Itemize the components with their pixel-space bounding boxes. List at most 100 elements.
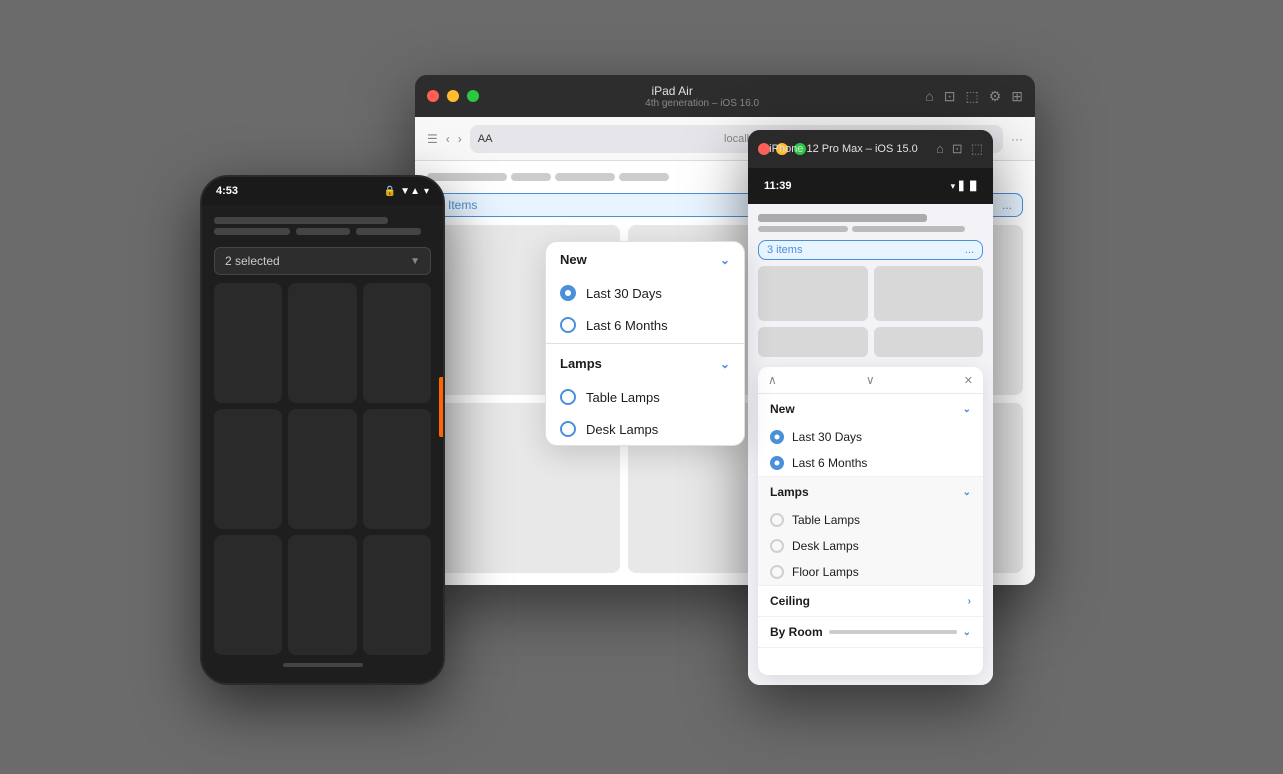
iphone-status-icons: ▾ ▋ ▉ [951,181,977,192]
new-label: New [770,402,795,416]
android-grid-item[interactable] [363,409,431,529]
last-6-months-item[interactable]: Last 6 Months [546,309,744,341]
iphone-titlebar: iPhone 12 Pro Max – iOS 15.0 ⌂ ⊡ ⬚ [748,130,993,168]
ceiling-label: Ceiling [770,594,810,608]
android-grid-item[interactable] [214,409,282,529]
title-bar-2 [214,228,290,235]
iphone-filter-bar[interactable]: 3 items ... [758,240,983,260]
iphone-grid-item[interactable] [758,327,868,357]
iphone-window: iPhone 12 Pro Max – iOS 15.0 ⌂ ⊡ ⬚ 11:39… [748,130,993,685]
ipad-titlebar: iPad Air 4th generation – iOS 16.0 ⌂ ⊡ ⬚… [415,75,1035,117]
byroom-label: By Room [770,625,823,639]
save-icon[interactable]: ⬚ [965,88,978,105]
more-button[interactable]: ··· [1011,132,1023,146]
last-30-days-item[interactable]: Last 30 Days [546,277,744,309]
popup-up-arrow[interactable]: ∧ [768,373,777,387]
iphone-wifi-icon: ▾ [951,181,956,192]
table-lamps-label: Table Lamps [586,390,660,405]
iphone-window-title: iPhone 12 Pro Max – iOS 15.0 [757,143,930,155]
new-section-header[interactable]: New ⌄ [758,394,983,424]
new-section-header[interactable]: New ⌄ [546,242,744,277]
lamps-section-header[interactable]: Lamps ⌄ [546,346,744,381]
desk-lamps-radio[interactable] [560,421,576,437]
iphone-battery-icon: ▉ [970,181,977,192]
new-section-label: New [560,252,587,267]
iphone-last-6-item[interactable]: Last 6 Months [758,450,983,476]
screenshot-icon[interactable]: ⊡ [944,88,956,105]
android-status-icons: 🔒 ▼▲ ▾ [384,186,429,197]
android-grid-item[interactable] [214,535,282,655]
iphone-filter-dots[interactable]: ... [965,244,974,256]
popup-down-arrow[interactable]: ∨ [866,373,875,387]
volume-button[interactable] [439,377,443,437]
android-grid-item[interactable] [363,535,431,655]
title-bar-3 [296,228,350,235]
iphone-save-icon[interactable]: ⬚ [971,141,983,157]
last-30-days-label: Last 30 Days [586,286,662,301]
popup-new-section: New ⌄ Last 30 Days Last 6 Months [758,394,983,477]
iphone-desk-lamps-radio[interactable] [770,539,784,553]
iphone-last-6-radio[interactable] [770,456,784,470]
lamps-chevron-icon: ⌄ [720,357,730,371]
iphone-grid-item[interactable] [758,266,868,321]
lamps-label: Lamps [770,485,809,499]
android-grid-item[interactable] [288,409,356,529]
ceiling-chevron-icon: › [968,596,971,607]
android-grid-item[interactable] [363,283,431,403]
desk-lamps-label: Desk Lamps [586,422,658,437]
iphone-title-bar-1 [758,214,927,222]
popup-close-icon[interactable]: ✕ [964,374,973,387]
lamps-section-header[interactable]: Lamps ⌄ [758,477,983,507]
iphone-main-content: 3 items ... ∧ ∨ ✕ New [748,204,993,685]
aa-label: AA [478,133,493,145]
last-6-months-label: Last 6 Months [586,318,668,333]
android-title-bars [214,217,431,235]
android-home-bar [283,663,363,667]
iphone-last-6-label: Last 6 Months [792,456,867,470]
iphone-photo-icon[interactable]: ⊡ [952,141,963,157]
iphone-notch [831,168,911,192]
iphone-floor-lamps-radio[interactable] [770,565,784,579]
iphone-title-bar-2 [758,226,848,232]
iphone-mini-grid [758,266,983,357]
last-6-months-radio[interactable] [560,317,576,333]
back-button[interactable]: ‹ [446,132,450,146]
ceiling-row[interactable]: Ceiling › [758,586,983,616]
title-bar-4 [356,228,421,235]
android-grid-item[interactable] [214,283,282,403]
iphone-floor-lamps-item[interactable]: Floor Lamps [758,559,983,585]
iphone-status-bar: 11:39 ▾ ▋ ▉ [748,168,993,204]
new-chevron-icon: ⌄ [720,253,730,267]
breadcrumb-item-1 [427,173,507,181]
iphone-time: 11:39 [764,180,792,192]
table-lamps-radio[interactable] [560,389,576,405]
iphone-table-lamps-radio[interactable] [770,513,784,527]
sidebar-toggle[interactable]: ☰ [427,132,438,146]
iphone-desk-lamps-item[interactable]: Desk Lamps [758,533,983,559]
new-chevron-icon: ⌄ [963,404,971,415]
settings-icon[interactable]: ⚙ [989,88,1002,105]
home-icon[interactable]: ⌂ [925,88,933,105]
grid-icon[interactable]: ⊞ [1011,88,1023,105]
desk-lamps-item[interactable]: Desk Lamps [546,413,744,445]
breadcrumb-item-2 [511,173,551,181]
android-grid-item[interactable] [288,283,356,403]
iphone-table-lamps-label: Table Lamps [792,513,860,527]
iphone-grid-item[interactable] [874,327,984,357]
signal-icon: ▼▲ [400,186,420,197]
iphone-home-icon[interactable]: ⌂ [936,141,944,157]
android-grid [214,283,431,655]
iphone-last-30-radio[interactable] [770,430,784,444]
byroom-row[interactable]: By Room ⌄ [758,617,983,647]
filter-dots[interactable]: ... [1002,198,1012,212]
table-lamps-item[interactable]: Table Lamps [546,381,744,413]
iphone-desk-lamps-label: Desk Lamps [792,539,859,553]
last-30-days-radio[interactable] [560,285,576,301]
android-phone: 4:53 🔒 ▼▲ ▾ 2 selected ▼ [200,175,445,685]
android-select[interactable]: 2 selected ▼ [214,247,431,275]
android-grid-item[interactable] [288,535,356,655]
forward-button[interactable]: › [458,132,462,146]
iphone-last-30-item[interactable]: Last 30 Days [758,424,983,450]
iphone-table-lamps-item[interactable]: Table Lamps [758,507,983,533]
iphone-grid-item[interactable] [874,266,984,321]
